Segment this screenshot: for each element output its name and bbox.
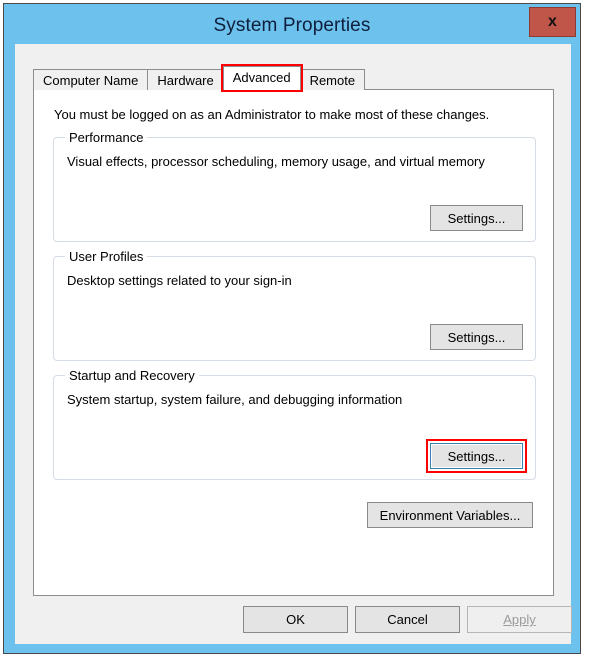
dialog-body: Computer Name Hardware Advanced Remote Y… [15,44,572,644]
tab-label: Computer Name [43,72,139,88]
title-bar: System Properties x [4,4,580,47]
system-properties-window: System Properties x Computer Name Hardwa… [3,3,581,654]
group-performance: Performance Visual effects, processor sc… [53,130,536,242]
tab-label: Advanced [232,70,291,85]
user-profiles-settings-button[interactable]: Settings... [430,324,523,350]
performance-settings-button[interactable]: Settings... [430,205,523,231]
apply-button-label: Apply [503,612,536,627]
group-startup-and-recovery: Startup and Recovery System startup, sys… [53,368,536,480]
administrator-note: You must be logged on as an Administrato… [54,107,490,122]
close-icon[interactable]: x [529,7,576,37]
tab-label: Remote [309,72,356,88]
startup-recovery-settings-button[interactable]: Settings... [430,443,523,469]
tab-panel-advanced: You must be logged on as an Administrato… [33,89,554,596]
group-user-profiles: User Profiles Desktop settings related t… [53,249,536,361]
tab-remote[interactable]: Remote [299,69,366,90]
apply-button: Apply [467,606,572,633]
window-title: System Properties [213,15,371,36]
group-title: User Profiles [65,249,148,264]
tab-strip: Computer Name Hardware Advanced Remote [33,64,366,92]
ok-button[interactable]: OK [243,606,348,633]
group-description: System startup, system failure, and debu… [67,392,403,407]
group-title: Performance [65,130,148,145]
group-description: Desktop settings related to your sign-in [67,273,292,288]
environment-variables-button[interactable]: Environment Variables... [367,502,533,528]
group-description: Visual effects, processor scheduling, me… [67,154,485,169]
tab-computer-name[interactable]: Computer Name [33,69,149,90]
tab-label: Hardware [157,72,214,88]
tab-advanced[interactable]: Advanced [220,64,303,92]
group-title: Startup and Recovery [65,368,199,383]
tab-hardware[interactable]: Hardware [147,69,224,90]
cancel-button[interactable]: Cancel [355,606,460,633]
